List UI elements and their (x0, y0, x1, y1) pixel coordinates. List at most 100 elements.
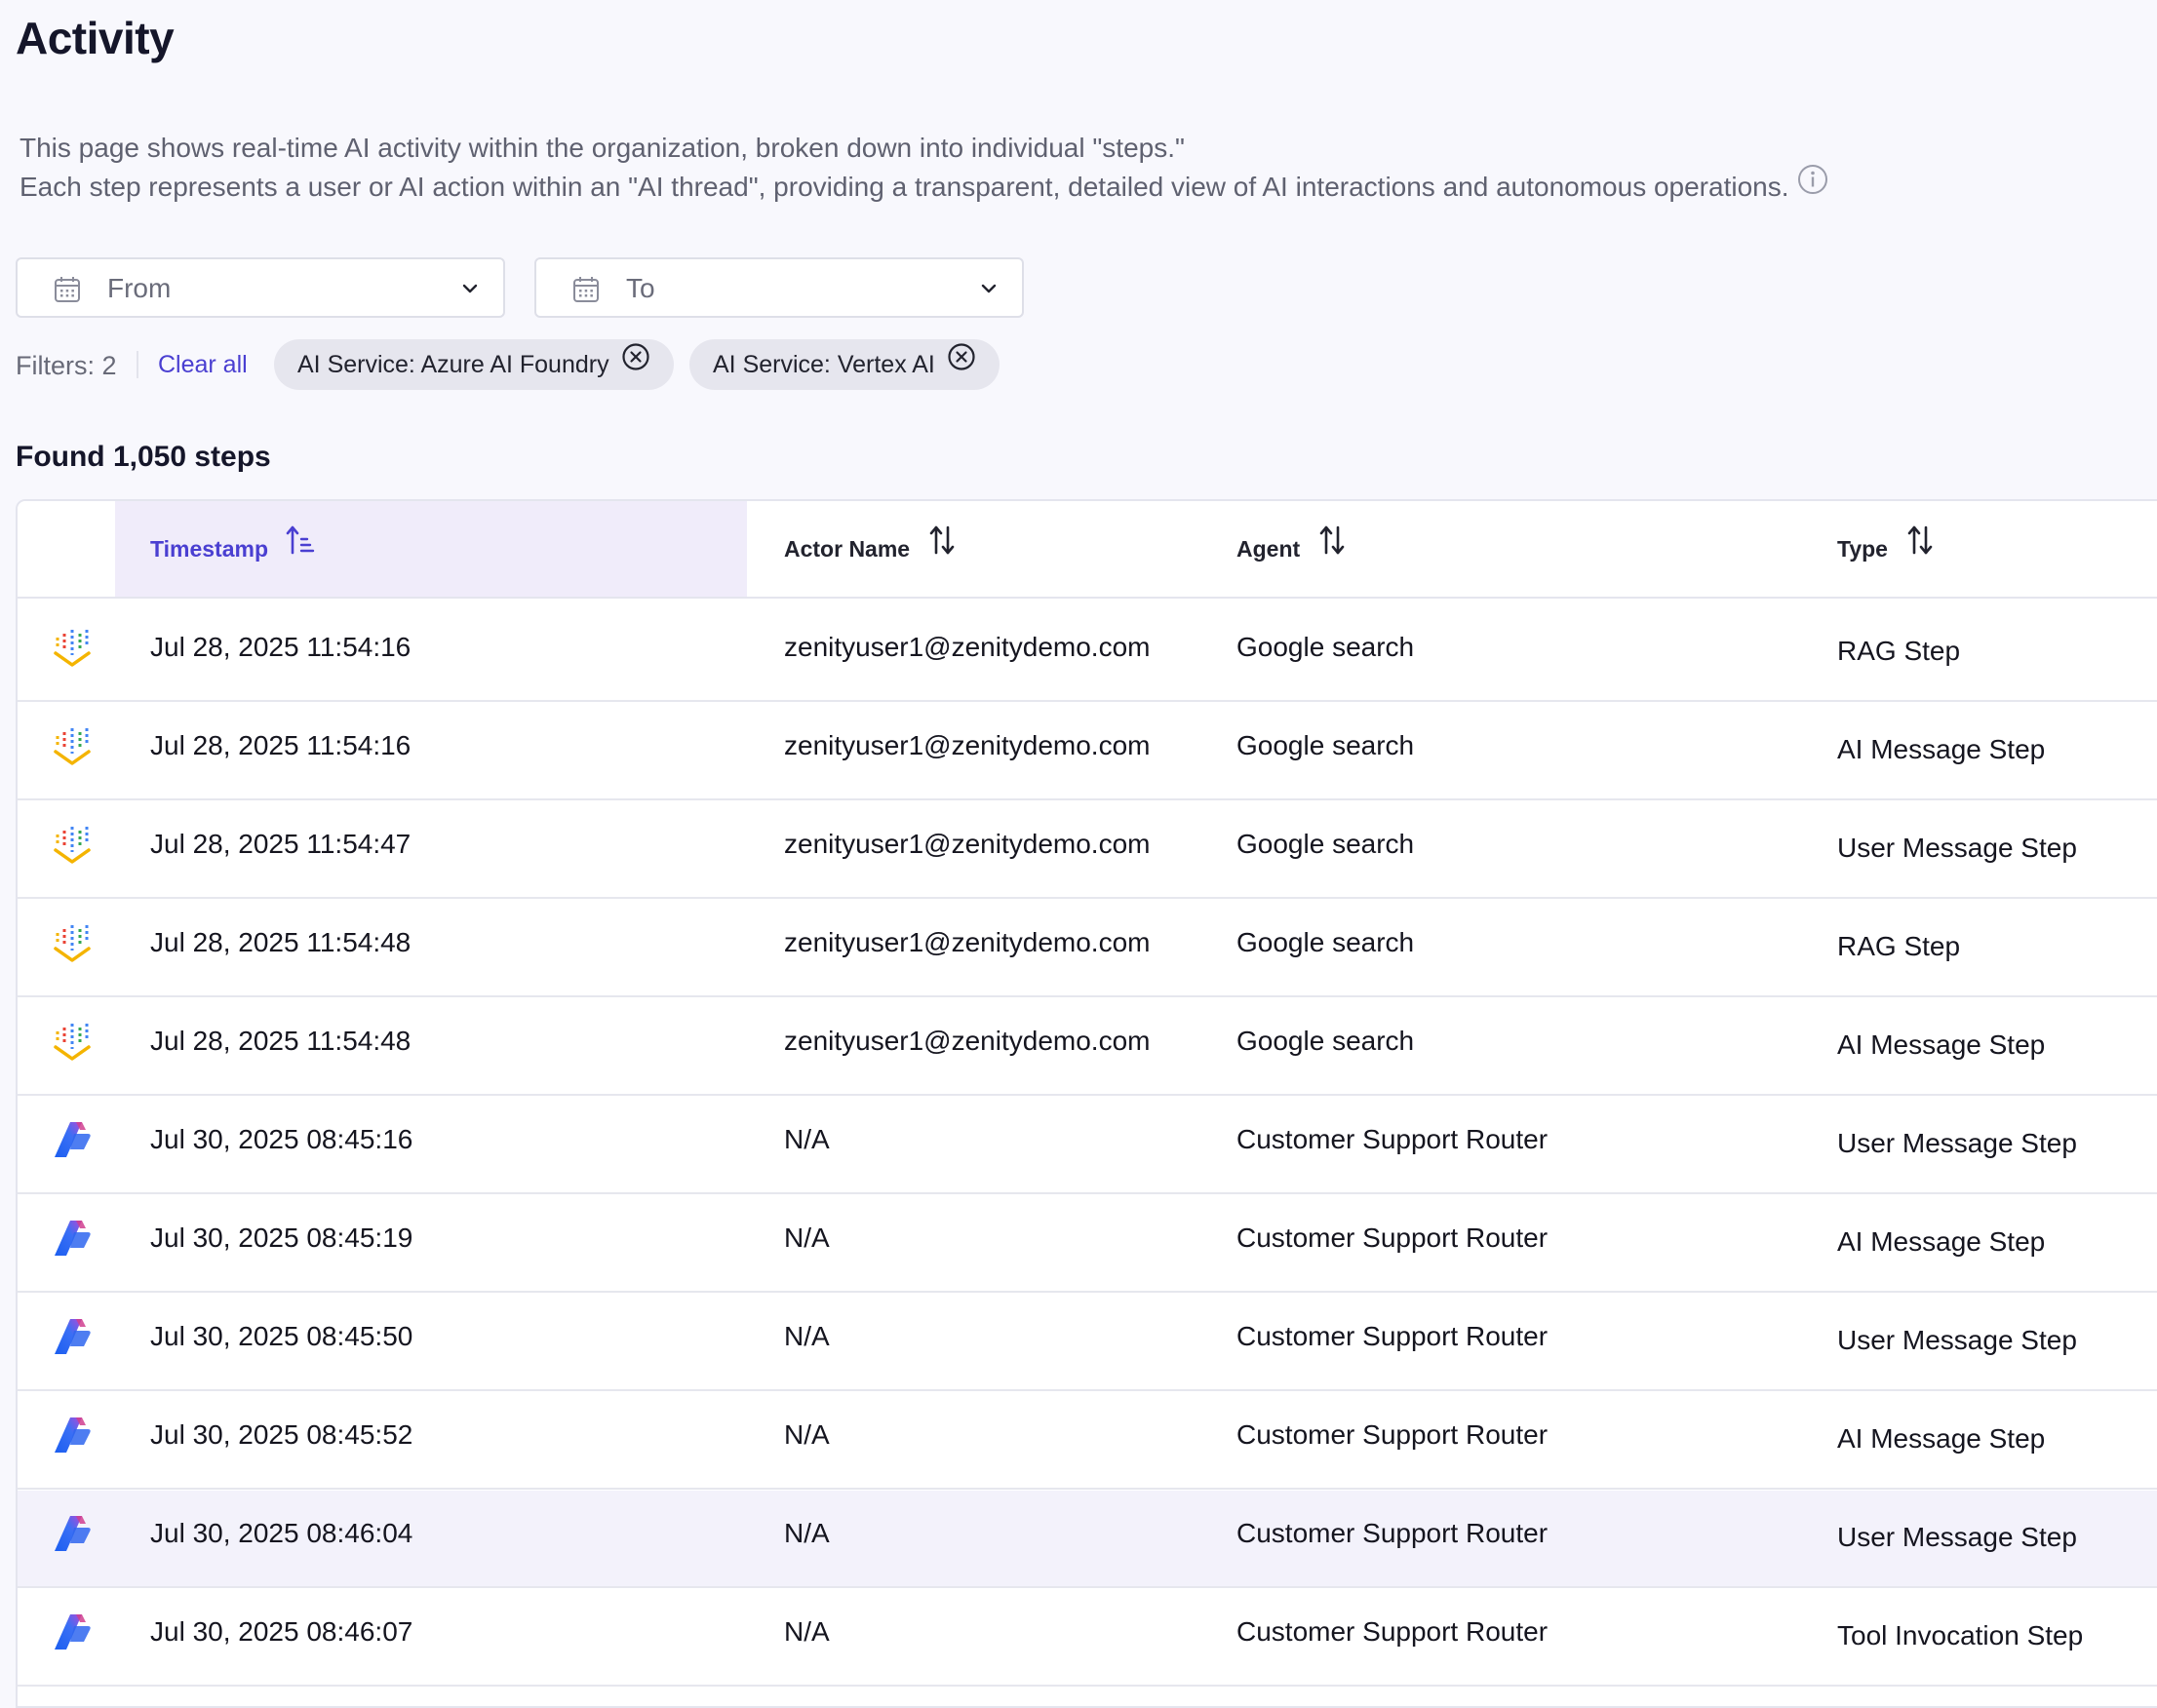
timestamp-cell: Jul 30, 2025 08:46:04 (150, 1518, 413, 1548)
sort-icon (927, 501, 957, 597)
to-date-label: To (626, 273, 655, 303)
actor-name-cell: N/A (784, 1124, 830, 1154)
column-header-label: Type (1837, 536, 1888, 562)
filters-divider (137, 351, 138, 378)
table-row[interactable]: Jul 30, 2025 08:45:16 N/A Customer Support… (18, 1097, 2157, 1194)
azure-ai-foundry-icon (53, 1414, 92, 1463)
description-line-2: Each step represents a user or AI action… (20, 165, 1828, 207)
agent-cell: Google search (1236, 730, 1415, 760)
clear-all-filters-link[interactable]: Clear all (158, 351, 248, 379)
agent-cell: Google search (1236, 927, 1415, 957)
actor-name-cell: N/A (784, 1518, 830, 1548)
azure-ai-foundry-icon (53, 1118, 92, 1168)
page-description: This page shows real-time AI activity wi… (20, 129, 1828, 207)
type-cell: User Message Step (1837, 833, 2077, 863)
actor-name-cell: N/A (784, 1419, 830, 1450)
table-row[interactable]: Jul 28, 2025 11:54:16 zenityuser1@zenityd… (18, 703, 2157, 800)
actor-name-cell: N/A (784, 1321, 830, 1351)
vertex-ai-icon (53, 1020, 92, 1069)
agent-cell: Google search (1236, 829, 1415, 859)
type-cell: AI Message Step (1837, 1423, 2046, 1454)
column-header-actor-name[interactable]: Actor Name (784, 501, 957, 597)
filter-chip-azure-ai-foundry: AI Service: Azure AI Foundry (274, 339, 674, 390)
table-row[interactable]: Jul 28, 2025 11:54:48 zenityuser1@zenityd… (18, 998, 2157, 1096)
agent-cell: Customer Support Router (1236, 1124, 1549, 1154)
sort-icon (1317, 501, 1347, 597)
timestamp-cell: Jul 28, 2025 11:54:48 (150, 1026, 412, 1056)
actor-name-cell: zenityuser1@zenitydemo.com (784, 927, 1151, 957)
vertex-ai-icon (53, 724, 92, 774)
timestamp-cell: Jul 28, 2025 11:54:48 (150, 927, 412, 957)
column-header-label: Actor Name (784, 536, 911, 562)
type-cell: AI Message Step (1837, 1029, 2046, 1060)
type-cell: Tool Invocation Step (1837, 1620, 2084, 1650)
remove-filter-icon[interactable] (621, 338, 650, 389)
actor-name-cell: zenityuser1@zenitydemo.com (784, 632, 1151, 662)
column-header-agent[interactable]: Agent (1236, 501, 1347, 597)
table-row[interactable]: Jul 30, 2025 08:45:19 N/A Customer Support… (18, 1195, 2157, 1293)
azure-ai-foundry-icon (53, 1315, 92, 1365)
table-row[interactable]: Jul 30, 2025 08:45:50 N/A Customer Support… (18, 1294, 2157, 1391)
actor-name-cell: zenityuser1@zenitydemo.com (784, 730, 1151, 760)
table-header: Timestamp Actor Name Agent Type (18, 501, 2157, 599)
agent-cell: Customer Support Router (1236, 1518, 1549, 1548)
type-cell: RAG Step (1837, 636, 1961, 666)
type-cell: AI Message Step (1837, 734, 2046, 764)
timestamp-cell: Jul 30, 2025 08:45:16 (150, 1124, 413, 1154)
column-header-label: Timestamp (150, 536, 269, 562)
timestamp-cell: Jul 28, 2025 11:54:16 (150, 632, 412, 662)
chevron-down-icon (979, 279, 999, 303)
timestamp-cell: Jul 30, 2025 08:46:07 (150, 1616, 413, 1647)
agent-cell: Customer Support Router (1236, 1419, 1549, 1450)
to-date-picker[interactable]: To (534, 257, 1024, 318)
column-header-type[interactable]: Type (1837, 501, 1935, 597)
table-row[interactable]: Jul 28, 2025 11:54:47 zenityuser1@zenityd… (18, 801, 2157, 899)
agent-cell: Customer Support Router (1236, 1223, 1549, 1253)
vertex-ai-icon (53, 921, 92, 971)
sort-icon (1905, 501, 1935, 597)
type-cell: AI Message Step (1837, 1226, 2046, 1257)
agent-cell: Google search (1236, 632, 1415, 662)
timestamp-cell: Jul 28, 2025 11:54:16 (150, 730, 412, 760)
filter-chip-vertex-ai: AI Service: Vertex AI (689, 339, 1000, 390)
table-row[interactable]: Jul 28, 2025 11:54:48 zenityuser1@zenityd… (18, 900, 2157, 997)
actor-name-cell: N/A (784, 1223, 830, 1253)
from-date-label: From (107, 273, 172, 303)
page-title: Activity (16, 13, 175, 63)
timestamp-cell: Jul 30, 2025 08:45:52 (150, 1419, 413, 1450)
table-row[interactable]: Jul 28, 2025 11:54:16 zenityuser1@zenityd… (18, 604, 2157, 702)
vertex-ai-icon (53, 626, 92, 676)
results-count: Found 1,050 steps (16, 441, 271, 473)
type-cell: User Message Step (1837, 1325, 2077, 1355)
from-date-picker[interactable]: From (16, 257, 505, 318)
timestamp-cell: Jul 28, 2025 11:54:47 (150, 829, 412, 859)
azure-ai-foundry-icon (53, 1512, 92, 1562)
agent-cell: Google search (1236, 1026, 1415, 1056)
actor-name-cell: zenityuser1@zenitydemo.com (784, 1026, 1151, 1056)
description-line-2-text: Each step represents a user or AI action… (20, 172, 1789, 202)
type-cell: User Message Step (1837, 1522, 2077, 1552)
filter-chip-label: AI Service: Azure AI Foundry (297, 351, 609, 378)
filters-count: Filters: 2 (16, 351, 117, 380)
column-header-label: Agent (1236, 536, 1301, 562)
table-row[interactable]: Jul 30, 2025 08:45:52 N/A Customer Support… (18, 1392, 2157, 1490)
timestamp-cell: Jul 30, 2025 08:45:19 (150, 1223, 413, 1253)
remove-filter-icon[interactable] (947, 338, 976, 389)
activity-table: Timestamp Actor Name Agent Type Jul 28, … (16, 499, 2157, 1708)
timestamp-cell: Jul 30, 2025 08:45:50 (150, 1321, 413, 1351)
column-header-timestamp[interactable]: Timestamp (115, 501, 747, 597)
actor-name-cell: zenityuser1@zenitydemo.com (784, 829, 1151, 859)
azure-ai-foundry-icon (53, 1217, 92, 1266)
table-row[interactable]: Jul 30, 2025 08:46:07 N/A Customer Support… (18, 1589, 2157, 1687)
actor-name-cell: N/A (784, 1616, 830, 1647)
description-line-1: This page shows real-time AI activity wi… (20, 133, 1185, 163)
info-icon[interactable] (1797, 164, 1828, 206)
chevron-down-icon (460, 279, 480, 303)
azure-ai-foundry-icon (53, 1611, 92, 1660)
agent-cell: Customer Support Router (1236, 1321, 1549, 1351)
type-cell: RAG Step (1837, 931, 1961, 961)
calendar-icon (53, 275, 82, 309)
filter-chip-label: AI Service: Vertex AI (713, 351, 935, 378)
vertex-ai-icon (53, 823, 92, 873)
table-row[interactable]: Jul 30, 2025 08:46:04 N/A Customer Support… (18, 1491, 2157, 1588)
